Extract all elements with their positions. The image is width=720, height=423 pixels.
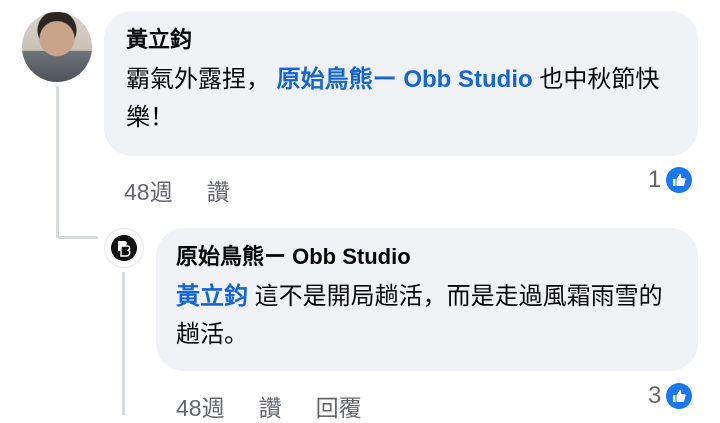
obb-logo-icon [111, 235, 137, 261]
reply-like-button[interactable]: 讚 [259, 389, 282, 423]
thread-line-vertical [56, 86, 59, 238]
reply-reply-button[interactable]: 回覆 [316, 389, 362, 423]
page-logo-avatar[interactable] [104, 228, 144, 268]
reply-timestamp[interactable]: 48週 [176, 389, 225, 423]
comment-mention[interactable]: 原始鳥熊ー Obb Studio [277, 66, 533, 93]
commenter-avatar[interactable] [22, 12, 92, 82]
reply-reactions[interactable]: 3 [648, 382, 693, 410]
reply-mention[interactable]: 黃立鈞 [176, 283, 248, 310]
reply-actions: 48週 讚 回覆 [176, 389, 362, 423]
comment-author[interactable]: 黃立鈞 [126, 25, 676, 55]
reply-author[interactable]: 原始鳥熊ー Obb Studio [176, 242, 678, 272]
reply-bubble: 原始鳥熊ー Obb Studio 黃立鈞 這不是開局趟活，而是走過風霜雨雪的趟活… [156, 228, 698, 371]
comment-reactions[interactable]: 1 [648, 166, 693, 194]
reply-text: 黃立鈞 這不是開局趟活，而是走過風霜雨雪的趟活。 [176, 278, 678, 354]
comment-timestamp[interactable]: 48週 [124, 173, 173, 207]
like-reaction-icon [666, 383, 693, 409]
comment-text: 霸氣外露捏， 原始鳥熊ー Obb Studio 也中秋節快樂！ [126, 61, 676, 137]
comment-actions: 48週 讚 [124, 173, 230, 207]
comment-reaction-count: 1 [648, 166, 662, 193]
thread-line-horizontal [56, 236, 98, 239]
comment-like-button[interactable]: 讚 [207, 173, 230, 207]
comment-text-start: 霸氣外露捏， [126, 66, 270, 93]
reply-reaction-count: 3 [648, 382, 662, 409]
comment-bubble: 黃立鈞 霸氣外露捏， 原始鳥熊ー Obb Studio 也中秋節快樂！ [104, 11, 698, 156]
reply-thread-line [122, 272, 125, 415]
like-reaction-icon [666, 167, 693, 193]
reply-text-body: 這不是開局趟活，而是走過風霜雨雪的趟活。 [176, 283, 663, 348]
